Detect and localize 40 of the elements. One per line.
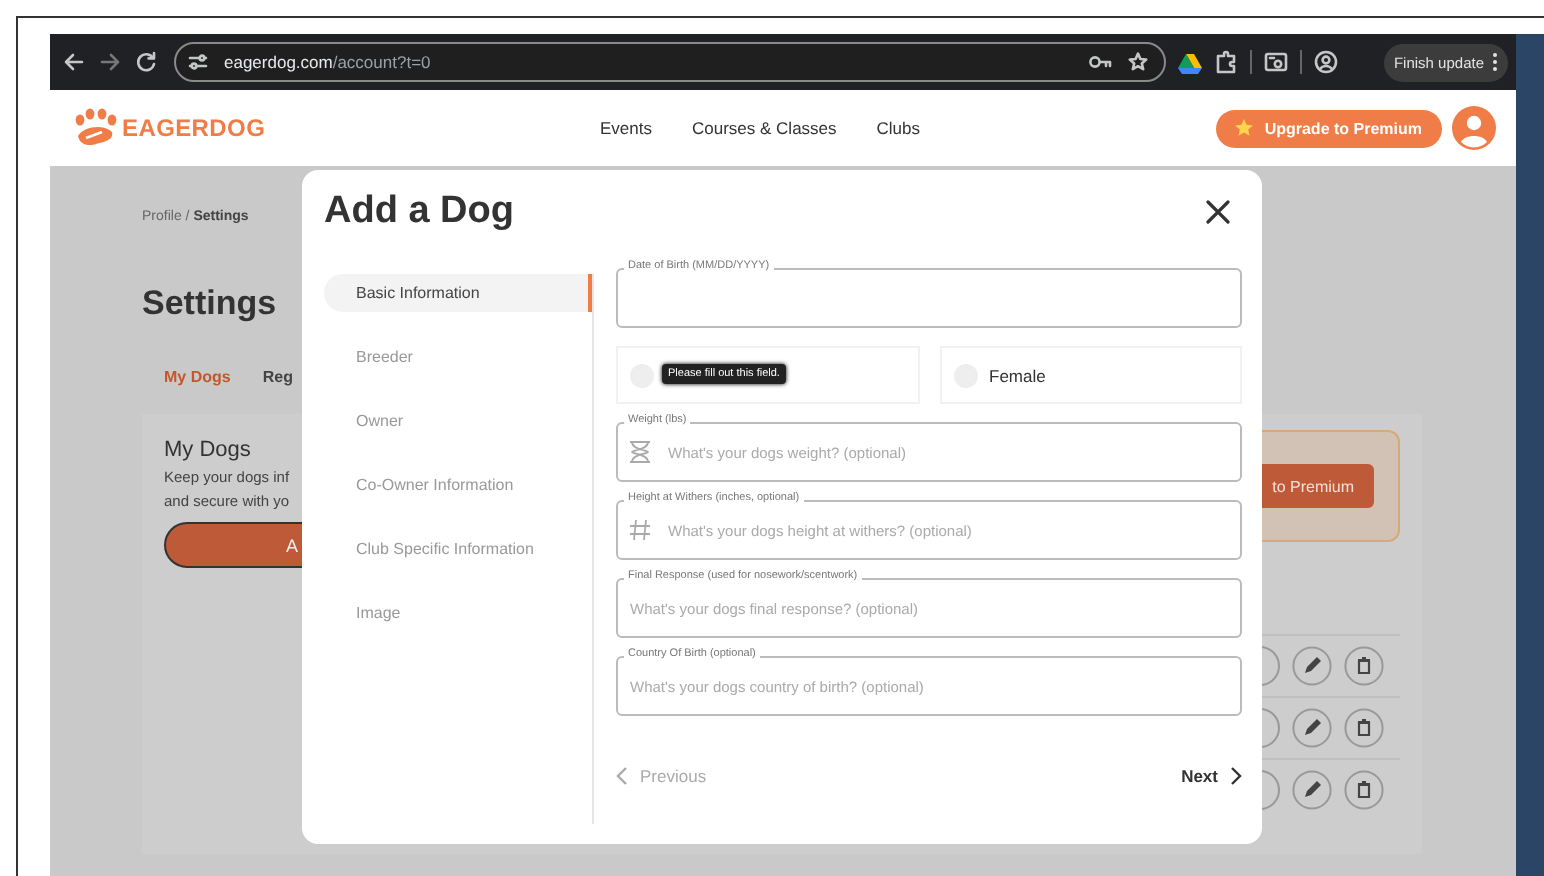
chevron-right-icon [1230,766,1242,786]
star-icon [1234,118,1255,138]
nav-link[interactable]: Courses & Classes [692,118,837,138]
tab-search-icon[interactable] [1264,50,1288,74]
trash-icon[interactable] [1344,708,1384,748]
step-tab[interactable]: Basic Information [324,274,592,312]
nav-link[interactable]: Events [600,118,652,138]
drive-icon[interactable] [1178,51,1202,73]
profile-icon[interactable] [1314,50,1338,74]
dialog-title: Add a Dog [324,190,514,234]
address-bar[interactable]: eagerdog.com/account?t=0 [174,42,1166,82]
page-title: Settings [142,284,277,324]
pencil-icon[interactable] [1292,770,1332,810]
puzzle-icon[interactable] [1214,50,1238,74]
radio-label: Female [989,365,1046,385]
pencil-icon[interactable] [1292,646,1332,686]
key-icon[interactable] [1088,52,1112,72]
card-title: My Dogs [164,438,253,462]
logo-text: EAGERDOG [122,114,266,142]
nav-link[interactable]: Clubs [876,118,921,138]
url-text: eagerdog.com/account?t=0 [224,52,431,72]
next-button[interactable]: Next [1181,766,1242,786]
tab[interactable]: Reg [262,368,293,386]
radio-option[interactable]: Female [939,346,1242,404]
forward-icon[interactable] [98,50,122,74]
more-icon[interactable] [1492,52,1498,72]
site-info-icon[interactable] [188,52,208,72]
paw-logo-icon [70,108,118,148]
trash-icon[interactable] [1344,646,1384,686]
trash-icon[interactable] [1344,770,1384,810]
reload-icon[interactable] [134,50,158,74]
hourglass-icon [628,440,652,464]
hash-icon [628,518,652,542]
back-icon[interactable] [62,50,86,74]
star-icon[interactable] [1128,52,1148,72]
avatar-icon[interactable] [1452,106,1496,150]
close-icon[interactable] [1206,200,1230,224]
pencil-icon[interactable] [1292,708,1332,748]
chevron-left-icon [616,766,628,786]
input-field[interactable] [616,268,1242,328]
